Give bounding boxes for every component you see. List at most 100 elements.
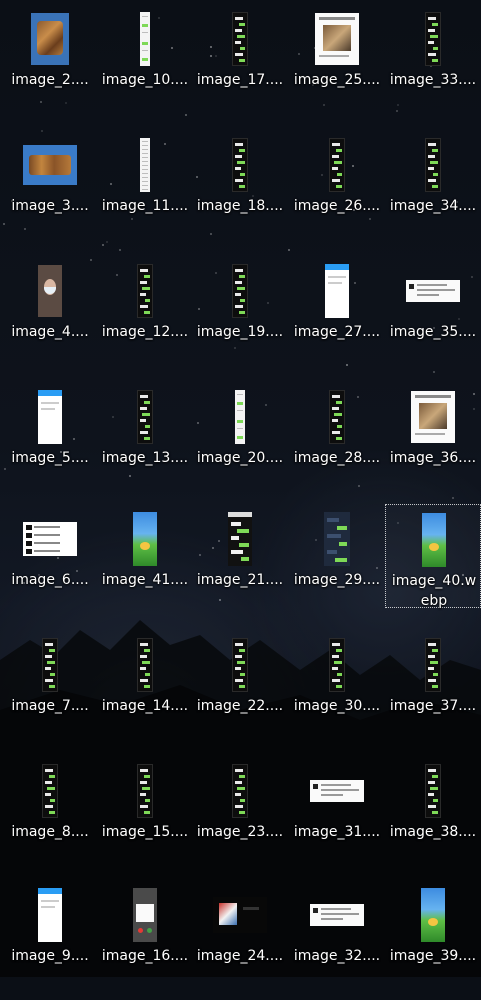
file-name-label: image_32.... [293,948,381,964]
desktop-file-icon[interactable]: image_39.... [385,880,481,1000]
file-name-label: image_29.... [293,572,381,588]
file-thumbnail [192,135,288,195]
desktop-file-icon[interactable]: image_31.... [289,756,385,876]
file-thumbnail [2,761,98,821]
desktop-file-icon[interactable]: image_28.... [289,382,385,502]
file-name-label: image_31.... [293,824,381,840]
phone-chat-dark-icon [425,12,441,66]
desktop-file-icon[interactable]: image_27.... [289,256,385,376]
file-name-label: image_7.... [11,698,89,714]
file-thumbnail [192,761,288,821]
phone-chat-dark-icon [329,138,345,192]
file-name-label: image_10.... [101,72,189,88]
desktop-file-icon[interactable]: image_14.... [97,630,193,750]
desktop-file-icon[interactable]: image_10.... [97,4,193,124]
file-name-label: image_18.... [196,198,284,214]
file-thumbnail [192,635,288,695]
file-thumbnail [2,261,98,321]
phone-chat-dark-icon [232,764,248,818]
file-name-label: image_12.... [101,324,189,340]
file-name-label: image_26.... [293,198,381,214]
file-thumbnail [289,885,385,945]
desktop-file-icon[interactable]: image_13.... [97,382,193,502]
desktop-file-icon[interactable]: image_19.... [192,256,288,376]
desktop-file-icon[interactable]: image_11.... [97,130,193,250]
desktop-file-icon[interactable]: image_41.... [97,504,193,624]
desktop-file-icon[interactable]: image_16.... [97,880,193,1000]
file-thumbnail [289,635,385,695]
file-name-label: image_16.... [101,948,189,964]
selfie-photo-icon [38,265,62,317]
desktop-file-icon[interactable]: image_4.... [2,256,98,376]
file-thumbnail [385,885,481,945]
file-thumbnail [97,261,193,321]
desktop-file-icon[interactable]: image_26.... [289,130,385,250]
file-thumbnail [289,9,385,69]
white-card-icon [315,13,359,65]
file-thumbnail [192,9,288,69]
file-name-label: image_34.... [389,198,477,214]
phone-chat-dark-icon [232,638,248,692]
file-name-label: image_33.... [389,72,477,88]
file-name-label: image_8.... [11,824,89,840]
file-name-label: image_36.... [389,450,477,466]
desktop-file-icon[interactable]: image_40.webp [385,504,481,609]
file-name-label: image_22.... [196,698,284,714]
desktop-file-icon[interactable]: image_34.... [385,130,481,250]
strip-chat-icon [140,12,150,66]
desktop-file-icon[interactable]: image_29.... [289,504,385,624]
desktop-file-icon[interactable]: image_24.... [192,880,288,1000]
food-wide-icon [23,145,77,185]
file-name-label: image_23.... [196,824,284,840]
file-thumbnail [289,387,385,447]
desktop-file-icon[interactable]: image_23.... [192,756,288,876]
desktop-file-icon[interactable]: image_36.... [385,382,481,502]
desktop-file-icon[interactable]: image_37.... [385,630,481,750]
desktop-icon-grid: image_2.... image_10.... image_17.... image… [0,0,481,977]
desktop-file-icon[interactable]: image_5.... [2,382,98,502]
file-thumbnail [385,261,481,321]
desktop-file-icon[interactable]: image_35.... [385,256,481,376]
desktop-file-icon[interactable]: image_20.... [192,382,288,502]
file-thumbnail [97,885,193,945]
desktop-file-icon[interactable]: image_25.... [289,4,385,124]
file-thumbnail [385,387,481,447]
game-screen-icon [422,513,446,567]
white-card-icon [411,391,455,443]
black-block-list-icon [23,522,77,556]
file-thumbnail [97,761,193,821]
desktop-file-icon[interactable]: image_3.... [2,130,98,250]
wide-white-icon [310,904,364,926]
desktop-file-icon[interactable]: image_6.... [2,504,98,624]
desktop-file-icon[interactable]: image_15.... [97,756,193,876]
desktop-file-icon[interactable]: image_22.... [192,630,288,750]
desktop-file-icon[interactable]: image_12.... [97,256,193,376]
desktop-file-icon[interactable]: image_30.... [289,630,385,750]
file-thumbnail [2,885,98,945]
desktop-file-icon[interactable]: image_9.... [2,880,98,1000]
desktop-file-icon[interactable]: image_38.... [385,756,481,876]
phone-chat-dark-icon [137,390,153,444]
desktop-file-icon[interactable]: image_21.... [192,504,288,624]
desktop-file-icon[interactable]: image_8.... [2,756,98,876]
file-name-label: image_15.... [101,824,189,840]
chat-mixed-icon [228,512,252,566]
phone-chat-dark-icon [425,764,441,818]
desktop-file-icon[interactable]: image_32.... [289,880,385,1000]
file-thumbnail [386,510,481,570]
phone-chat-dark-icon [137,638,153,692]
file-thumbnail [97,135,193,195]
desktop-file-icon[interactable]: image_7.... [2,630,98,750]
file-thumbnail [2,509,98,569]
phone-chat-dark-icon [42,638,58,692]
desktop-file-icon[interactable]: image_18.... [192,130,288,250]
file-name-label: image_13.... [101,450,189,466]
desktop-file-icon[interactable]: image_2.... [2,4,98,124]
file-name-label: image_38.... [389,824,477,840]
desktop-file-icon[interactable]: image_17.... [192,4,288,124]
file-name-label: image_17.... [196,72,284,88]
file-name-label: image_20.... [196,450,284,466]
desktop-file-icon[interactable]: image_33.... [385,4,481,124]
file-thumbnail [192,387,288,447]
file-name-label: image_27.... [293,324,381,340]
